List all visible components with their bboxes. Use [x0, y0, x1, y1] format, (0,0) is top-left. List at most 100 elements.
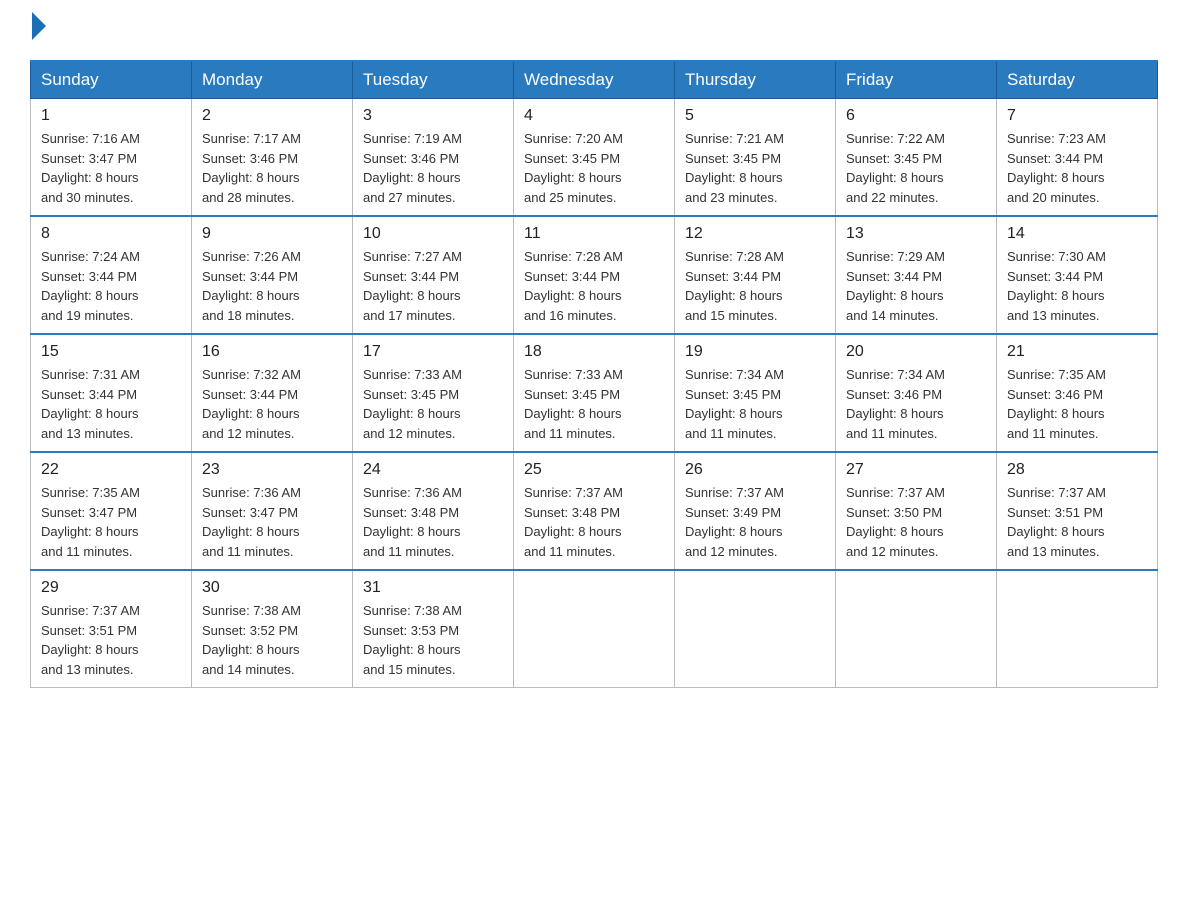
day-info: Sunrise: 7:36 AMSunset: 3:48 PMDaylight:…	[363, 483, 503, 561]
day-number: 31	[363, 579, 503, 597]
day-number: 17	[363, 343, 503, 361]
day-number: 22	[41, 461, 181, 479]
header-sunday: Sunday	[31, 61, 192, 99]
day-info: Sunrise: 7:23 AMSunset: 3:44 PMDaylight:…	[1007, 129, 1147, 207]
day-number: 27	[846, 461, 986, 479]
day-number: 30	[202, 579, 342, 597]
calendar-cell: 15 Sunrise: 7:31 AMSunset: 3:44 PMDayligh…	[31, 334, 192, 452]
calendar-table: SundayMondayTuesdayWednesdayThursdayFrid…	[30, 60, 1158, 688]
day-number: 12	[685, 225, 825, 243]
calendar-cell: 31 Sunrise: 7:38 AMSunset: 3:53 PMDayligh…	[353, 570, 514, 688]
day-info: Sunrise: 7:28 AMSunset: 3:44 PMDaylight:…	[524, 247, 664, 325]
day-info: Sunrise: 7:35 AMSunset: 3:47 PMDaylight:…	[41, 483, 181, 561]
calendar-cell: 14 Sunrise: 7:30 AMSunset: 3:44 PMDayligh…	[997, 216, 1158, 334]
day-info: Sunrise: 7:33 AMSunset: 3:45 PMDaylight:…	[363, 365, 503, 443]
day-number: 13	[846, 225, 986, 243]
calendar-cell: 13 Sunrise: 7:29 AMSunset: 3:44 PMDayligh…	[836, 216, 997, 334]
day-info: Sunrise: 7:16 AMSunset: 3:47 PMDaylight:…	[41, 129, 181, 207]
day-info: Sunrise: 7:30 AMSunset: 3:44 PMDaylight:…	[1007, 247, 1147, 325]
header-friday: Friday	[836, 61, 997, 99]
day-number: 21	[1007, 343, 1147, 361]
day-number: 18	[524, 343, 664, 361]
day-number: 14	[1007, 225, 1147, 243]
calendar-cell: 19Sunrise: 7:34 AMSunset: 3:45 PMDayligh…	[675, 334, 836, 452]
calendar-cell: 5Sunrise: 7:21 AMSunset: 3:45 PMDaylight…	[675, 99, 836, 217]
day-info: Sunrise: 7:20 AMSunset: 3:45 PMDaylight:…	[524, 129, 664, 207]
day-number: 28	[1007, 461, 1147, 479]
calendar-cell: 22 Sunrise: 7:35 AMSunset: 3:47 PMDayligh…	[31, 452, 192, 570]
calendar-cell: 23 Sunrise: 7:36 AMSunset: 3:47 PMDayligh…	[192, 452, 353, 570]
calendar-cell: 26 Sunrise: 7:37 AMSunset: 3:49 PMDayligh…	[675, 452, 836, 570]
day-number: 23	[202, 461, 342, 479]
day-info: Sunrise: 7:26 AMSunset: 3:44 PMDaylight:…	[202, 247, 342, 325]
day-number: 16	[202, 343, 342, 361]
day-number: 6	[846, 107, 986, 125]
week-row-4: 22 Sunrise: 7:35 AMSunset: 3:47 PMDayligh…	[31, 452, 1158, 570]
calendar-cell: 30 Sunrise: 7:38 AMSunset: 3:52 PMDayligh…	[192, 570, 353, 688]
calendar-cell: 21 Sunrise: 7:35 AMSunset: 3:46 PMDayligh…	[997, 334, 1158, 452]
day-info: Sunrise: 7:37 AMSunset: 3:51 PMDaylight:…	[41, 601, 181, 679]
week-row-3: 15 Sunrise: 7:31 AMSunset: 3:44 PMDayligh…	[31, 334, 1158, 452]
day-number: 24	[363, 461, 503, 479]
day-info: Sunrise: 7:35 AMSunset: 3:46 PMDaylight:…	[1007, 365, 1147, 443]
calendar-cell: 1Sunrise: 7:16 AMSunset: 3:47 PMDaylight…	[31, 99, 192, 217]
calendar-cell: 16 Sunrise: 7:32 AMSunset: 3:44 PMDayligh…	[192, 334, 353, 452]
day-number: 25	[524, 461, 664, 479]
header-thursday: Thursday	[675, 61, 836, 99]
calendar-cell: 20 Sunrise: 7:34 AMSunset: 3:46 PMDayligh…	[836, 334, 997, 452]
calendar-cell: 3 Sunrise: 7:19 AMSunset: 3:46 PMDaylight…	[353, 99, 514, 217]
day-info: Sunrise: 7:36 AMSunset: 3:47 PMDaylight:…	[202, 483, 342, 561]
header-tuesday: Tuesday	[353, 61, 514, 99]
calendar-cell	[675, 570, 836, 688]
header-monday: Monday	[192, 61, 353, 99]
day-number: 20	[846, 343, 986, 361]
day-info: Sunrise: 7:21 AMSunset: 3:45 PMDaylight:…	[685, 129, 825, 207]
day-info: Sunrise: 7:27 AMSunset: 3:44 PMDaylight:…	[363, 247, 503, 325]
page-header	[30, 20, 1158, 40]
day-number: 26	[685, 461, 825, 479]
week-row-2: 8 Sunrise: 7:24 AMSunset: 3:44 PMDaylight…	[31, 216, 1158, 334]
calendar-cell: 28Sunrise: 7:37 AMSunset: 3:51 PMDayligh…	[997, 452, 1158, 570]
day-info: Sunrise: 7:33 AMSunset: 3:45 PMDaylight:…	[524, 365, 664, 443]
calendar-cell: 27 Sunrise: 7:37 AMSunset: 3:50 PMDayligh…	[836, 452, 997, 570]
day-info: Sunrise: 7:38 AMSunset: 3:52 PMDaylight:…	[202, 601, 342, 679]
calendar-cell: 7 Sunrise: 7:23 AMSunset: 3:44 PMDaylight…	[997, 99, 1158, 217]
week-row-1: 1Sunrise: 7:16 AMSunset: 3:47 PMDaylight…	[31, 99, 1158, 217]
day-info: Sunrise: 7:19 AMSunset: 3:46 PMDaylight:…	[363, 129, 503, 207]
day-number: 3	[363, 107, 503, 125]
day-info: Sunrise: 7:34 AMSunset: 3:46 PMDaylight:…	[846, 365, 986, 443]
day-info: Sunrise: 7:37 AMSunset: 3:48 PMDaylight:…	[524, 483, 664, 561]
day-info: Sunrise: 7:17 AMSunset: 3:46 PMDaylight:…	[202, 129, 342, 207]
calendar-cell: 8 Sunrise: 7:24 AMSunset: 3:44 PMDaylight…	[31, 216, 192, 334]
day-number: 19	[685, 343, 825, 361]
calendar-cell	[514, 570, 675, 688]
day-info: Sunrise: 7:37 AMSunset: 3:49 PMDaylight:…	[685, 483, 825, 561]
logo	[30, 20, 46, 40]
day-number: 15	[41, 343, 181, 361]
calendar-cell: 25 Sunrise: 7:37 AMSunset: 3:48 PMDayligh…	[514, 452, 675, 570]
day-info: Sunrise: 7:29 AMSunset: 3:44 PMDaylight:…	[846, 247, 986, 325]
day-number: 8	[41, 225, 181, 243]
day-number: 10	[363, 225, 503, 243]
day-info: Sunrise: 7:32 AMSunset: 3:44 PMDaylight:…	[202, 365, 342, 443]
day-number: 9	[202, 225, 342, 243]
calendar-cell: 29 Sunrise: 7:37 AMSunset: 3:51 PMDayligh…	[31, 570, 192, 688]
day-info: Sunrise: 7:24 AMSunset: 3:44 PMDaylight:…	[41, 247, 181, 325]
calendar-cell: 24 Sunrise: 7:36 AMSunset: 3:48 PMDayligh…	[353, 452, 514, 570]
calendar-header-row: SundayMondayTuesdayWednesdayThursdayFrid…	[31, 61, 1158, 99]
day-info: Sunrise: 7:22 AMSunset: 3:45 PMDaylight:…	[846, 129, 986, 207]
day-number: 29	[41, 579, 181, 597]
day-number: 7	[1007, 107, 1147, 125]
calendar-cell: 9 Sunrise: 7:26 AMSunset: 3:44 PMDaylight…	[192, 216, 353, 334]
week-row-5: 29 Sunrise: 7:37 AMSunset: 3:51 PMDayligh…	[31, 570, 1158, 688]
header-saturday: Saturday	[997, 61, 1158, 99]
calendar-cell: 11Sunrise: 7:28 AMSunset: 3:44 PMDayligh…	[514, 216, 675, 334]
calendar-cell: 12 Sunrise: 7:28 AMSunset: 3:44 PMDayligh…	[675, 216, 836, 334]
day-info: Sunrise: 7:37 AMSunset: 3:50 PMDaylight:…	[846, 483, 986, 561]
calendar-cell: 4Sunrise: 7:20 AMSunset: 3:45 PMDaylight…	[514, 99, 675, 217]
day-info: Sunrise: 7:38 AMSunset: 3:53 PMDaylight:…	[363, 601, 503, 679]
calendar-cell: 6 Sunrise: 7:22 AMSunset: 3:45 PMDaylight…	[836, 99, 997, 217]
day-info: Sunrise: 7:28 AMSunset: 3:44 PMDaylight:…	[685, 247, 825, 325]
day-info: Sunrise: 7:31 AMSunset: 3:44 PMDaylight:…	[41, 365, 181, 443]
calendar-cell: 17 Sunrise: 7:33 AMSunset: 3:45 PMDayligh…	[353, 334, 514, 452]
